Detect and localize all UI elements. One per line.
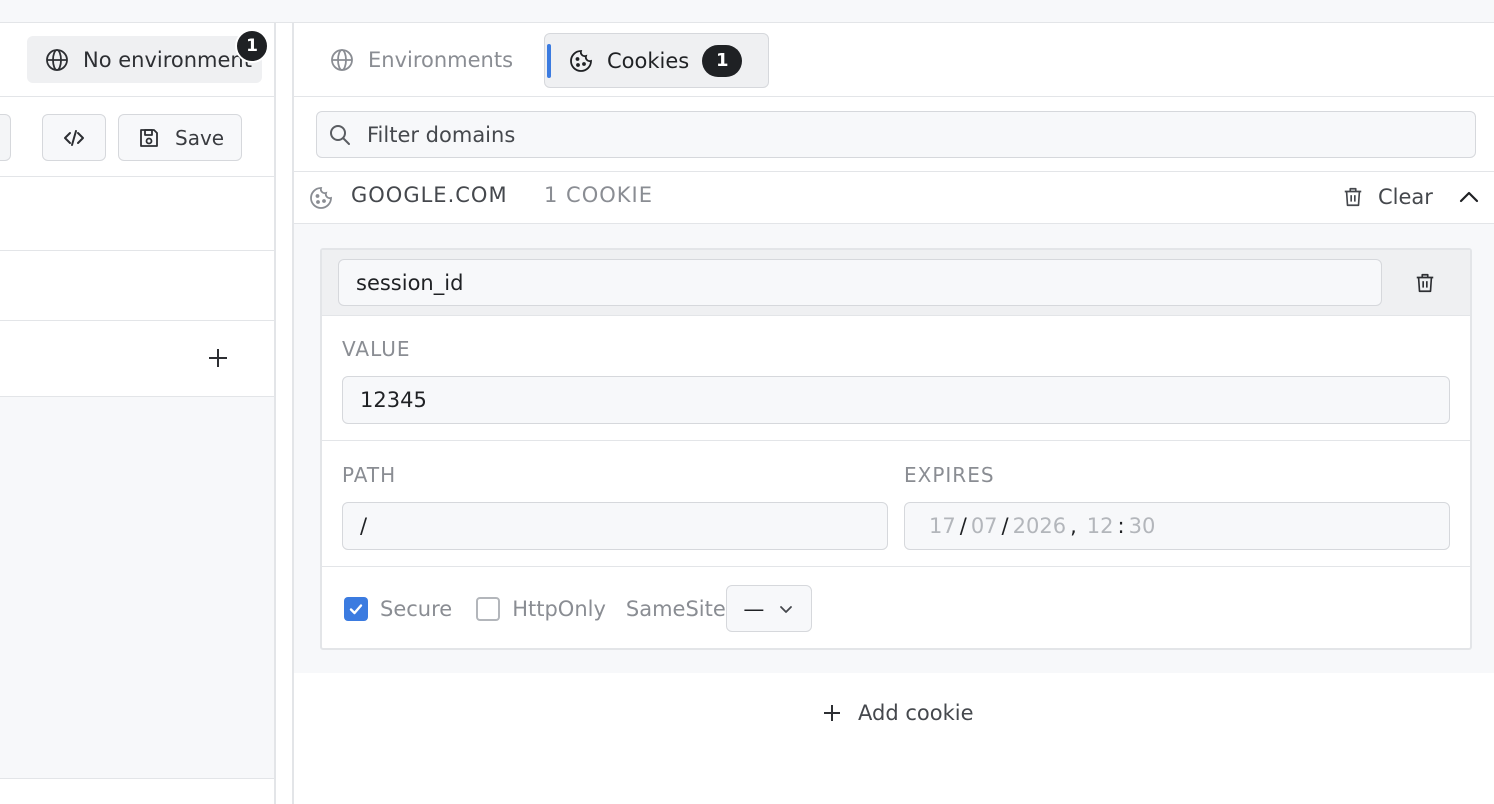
divider — [0, 250, 274, 251]
left-content-area — [0, 396, 274, 779]
httponly-checkbox[interactable] — [476, 596, 501, 621]
domain-group-header[interactable]: GOOGLE.COM 1 COOKIE Clear — [294, 171, 1494, 224]
add-cookie-label: Add cookie — [858, 701, 974, 725]
httponly-label: HttpOnly — [512, 596, 606, 621]
clear-label: Clear — [1378, 185, 1433, 209]
top-strip — [0, 0, 1494, 23]
date-separator: / — [959, 514, 967, 538]
cookie-name-input[interactable]: session_id — [338, 259, 1382, 306]
cookie-card-header: session_id — [322, 250, 1470, 316]
code-button[interactable] — [42, 114, 106, 161]
trash-icon — [1344, 187, 1362, 207]
samesite-label: SameSite — [625, 596, 726, 621]
cookie-icon — [310, 187, 332, 209]
environment-selector[interactable]: No environment — [27, 36, 262, 83]
globe-icon — [46, 48, 68, 71]
cookie-flags-row: Secure HttpOnly SameSite — — [344, 585, 812, 632]
divider — [0, 176, 274, 177]
tab-label: Cookies — [607, 48, 690, 73]
samesite-select[interactable]: — — [725, 585, 812, 632]
cookie-value-text: 12345 — [360, 388, 427, 412]
expires-label: EXPIRES — [904, 463, 995, 487]
domain-name: GOOGLE.COM — [351, 183, 508, 207]
secure-checkbox[interactable] — [344, 596, 368, 621]
date-separator: , — [1070, 514, 1077, 538]
tab-label: Environments — [368, 48, 514, 72]
cookies-count-badge: 1 — [702, 44, 743, 77]
filter-placeholder: Filter domains — [367, 122, 516, 147]
cookie-icon — [570, 49, 592, 72]
cookie-path-input[interactable]: / — [342, 502, 888, 550]
samesite-value: — — [743, 596, 765, 621]
url-bar-edge[interactable] — [0, 114, 11, 161]
environment-badge: 1 — [235, 29, 269, 63]
delete-cookie-button[interactable] — [1410, 268, 1440, 298]
path-label: PATH — [342, 463, 397, 487]
cookie-expires-input[interactable]: 17 / 07 / 2026 , 12 : 30 — [904, 502, 1450, 550]
save-button[interactable]: Save — [118, 114, 242, 161]
date-separator: / — [1001, 514, 1009, 538]
expires-minute[interactable]: 30 — [1129, 514, 1156, 538]
domain-cookie-count: 1 COOKIE — [544, 183, 653, 207]
tab-environments[interactable]: Environments — [330, 37, 513, 83]
code-icon — [64, 129, 84, 146]
floppy-icon — [140, 128, 158, 147]
divider — [322, 566, 1470, 567]
active-tab-indicator — [547, 44, 551, 78]
expires-hour[interactable]: 12 — [1087, 514, 1114, 538]
tab-cookies[interactable]: Cookies 1 — [544, 33, 769, 88]
cookies-panel: Environments Cookies 1 Filter domains GO… — [292, 23, 1494, 804]
chevron-up-icon[interactable] — [1454, 182, 1484, 212]
save-label: Save — [175, 125, 225, 150]
tab-bar: Environments Cookies 1 — [294, 23, 1494, 97]
secure-label: Secure — [380, 596, 453, 621]
expires-day[interactable]: 17 — [929, 514, 956, 538]
time-separator: : — [1117, 514, 1125, 538]
check-icon — [349, 603, 363, 614]
environment-label: No environment — [83, 47, 252, 72]
clear-domain-button[interactable]: Clear — [1342, 182, 1433, 212]
cookie-value-input[interactable]: 12345 — [342, 376, 1450, 424]
trash-icon — [1416, 273, 1434, 293]
globe-icon — [331, 49, 353, 71]
domain-group-body: session_id VALUE 12345 PATH / EXPIRES 17… — [294, 224, 1494, 673]
cookie-name-value: session_id — [356, 270, 464, 295]
divider — [322, 440, 1470, 441]
add-cookie-button[interactable]: Add cookie — [822, 696, 974, 730]
value-label: VALUE — [342, 337, 411, 361]
expires-month[interactable]: 07 — [971, 514, 998, 538]
divider — [0, 96, 274, 97]
left-pane: No environment 1 Save — [0, 23, 276, 804]
chevron-down-icon — [780, 605, 793, 613]
search-icon — [330, 124, 350, 145]
filter-domains-input[interactable]: Filter domains — [316, 111, 1476, 158]
cookie-path-text: / — [360, 514, 368, 538]
divider — [0, 320, 274, 321]
cookie-card: session_id VALUE 12345 PATH / EXPIRES 17… — [320, 248, 1472, 650]
plus-icon — [824, 705, 840, 721]
add-icon[interactable] — [203, 343, 233, 373]
expires-year[interactable]: 2026 — [1013, 514, 1066, 538]
